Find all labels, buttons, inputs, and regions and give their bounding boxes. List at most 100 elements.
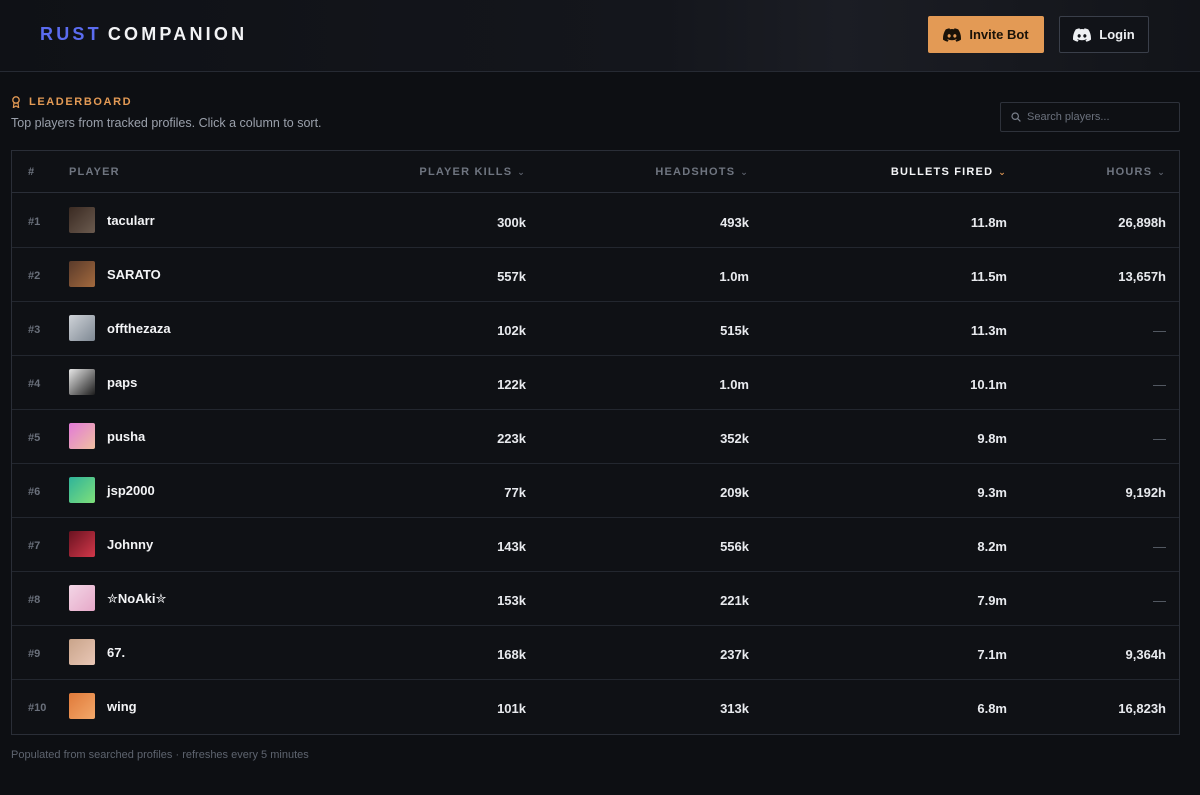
hours-cell: — (1153, 539, 1166, 554)
table-row[interactable]: #7 Johnny 143k 556k 8.2m — (12, 518, 1179, 572)
headshots-cell: 515k (720, 323, 749, 338)
player-kills-cell: 143k (497, 539, 526, 554)
column-player-label: PLAYER (69, 166, 120, 178)
rank-cell: #10 (28, 702, 47, 714)
player-kills-cell: 101k (497, 701, 526, 716)
player-name[interactable]: pusha (107, 429, 145, 444)
rank-cell: #7 (28, 540, 41, 552)
rank-cell: #8 (28, 594, 41, 606)
hours-cell: 26,898h (1118, 215, 1166, 230)
hours-cell: 16,823h (1118, 701, 1166, 716)
player-name[interactable]: ✮NoAki✮ (107, 591, 166, 607)
award-icon (12, 96, 20, 108)
avatar[interactable] (69, 315, 95, 341)
rank-cell: #6 (28, 486, 41, 498)
player-kills-cell: 122k (497, 377, 526, 392)
table-row[interactable]: #4 paps 122k 1.0m 10.1m — (12, 356, 1179, 410)
column-headshots-label: HEADSHOTS (655, 166, 736, 178)
bullets-fired-cell: 9.8m (977, 431, 1007, 446)
chevron-down-icon: ⌄ (1157, 166, 1166, 177)
avatar[interactable] (69, 693, 95, 719)
player-name[interactable]: tacularr (107, 213, 155, 228)
hours-cell: 9,192h (1125, 485, 1166, 500)
avatar[interactable] (69, 531, 95, 557)
column-rank-label: # (28, 166, 36, 178)
column-player-kills[interactable]: PLAYER KILLS ⌄ (419, 166, 526, 178)
chevron-down-icon: ⌄ (998, 166, 1007, 177)
headshots-cell: 209k (720, 485, 749, 500)
player-name[interactable]: Johnny (107, 537, 153, 552)
hours-cell: — (1153, 431, 1166, 446)
player-kills-cell: 557k (497, 269, 526, 284)
table-row[interactable]: #10 wing 101k 313k 6.8m 16,823h (12, 680, 1179, 734)
discord-icon (1073, 27, 1092, 42)
player-name[interactable]: 67. (107, 645, 125, 660)
avatar[interactable] (69, 639, 95, 665)
invite-bot-label: Invite Bot (969, 27, 1029, 42)
column-player[interactable]: PLAYER (69, 166, 120, 178)
player-name[interactable]: offthezaza (107, 321, 171, 336)
table-row[interactable]: #1 tacularr 300k 493k 11.8m 26,898h (12, 194, 1179, 248)
player-name[interactable]: wing (107, 699, 137, 714)
login-label: Login (1099, 27, 1135, 42)
bullets-fired-cell: 7.1m (977, 647, 1007, 662)
column-bullets-fired[interactable]: BULLETS FIRED ⌄ (891, 166, 1007, 178)
player-name[interactable]: paps (107, 375, 137, 390)
table-row[interactable]: #5 pusha 223k 352k 9.8m — (12, 410, 1179, 464)
avatar[interactable] (69, 477, 95, 503)
discord-icon (943, 27, 962, 42)
table-row[interactable]: #2 SARATO 557k 1.0m 11.5m 13,657h (12, 248, 1179, 302)
leaderboard-table: # PLAYER PLAYER KILLS ⌄ HEADSHOTS ⌄ BULLET… (11, 150, 1180, 735)
column-rank: # (28, 166, 35, 178)
player-name[interactable]: SARATO (107, 267, 161, 282)
player-kills-cell: 102k (497, 323, 526, 338)
avatar[interactable] (69, 261, 95, 287)
bullets-fired-cell: 6.8m (977, 701, 1007, 716)
headshots-cell: 493k (720, 215, 749, 230)
table-row[interactable]: #9 67. 168k 237k 7.1m 9,364h (12, 626, 1179, 680)
headshots-cell: 352k (720, 431, 749, 446)
top-navbar: RUST COMPANION Invite Bot Login (0, 0, 1200, 72)
bullets-fired-cell: 10.1m (970, 377, 1007, 392)
search-icon (1011, 112, 1021, 122)
table-row[interactable]: #6 jsp2000 77k 209k 9.3m 9,192h (12, 464, 1179, 518)
column-hours[interactable]: HOURS ⌄ (1107, 166, 1166, 178)
invite-bot-button[interactable]: Invite Bot (928, 16, 1044, 53)
avatar[interactable] (69, 369, 95, 395)
footer-note: Populated from searched profiles · refre… (11, 749, 309, 761)
table-header: # PLAYER PLAYER KILLS ⌄ HEADSHOTS ⌄ BULLET… (12, 151, 1179, 193)
player-name[interactable]: jsp2000 (107, 483, 155, 498)
column-headshots[interactable]: HEADSHOTS ⌄ (655, 166, 749, 178)
avatar[interactable] (69, 423, 95, 449)
hours-cell: — (1153, 593, 1166, 608)
headshots-cell: 237k (720, 647, 749, 662)
rank-cell: #3 (28, 324, 41, 336)
avatar[interactable] (69, 207, 95, 233)
rank-cell: #2 (28, 270, 41, 282)
brand-part-rust: RUST (40, 24, 102, 44)
hours-cell: 9,364h (1125, 647, 1166, 662)
rank-cell: #4 (28, 378, 41, 390)
chevron-down-icon: ⌄ (517, 166, 526, 177)
player-kills-cell: 168k (497, 647, 526, 662)
headshots-cell: 313k (720, 701, 749, 716)
bullets-fired-cell: 11.8m (970, 215, 1007, 230)
column-hours-label: HOURS (1106, 166, 1153, 178)
brand-logo[interactable]: RUST COMPANION (40, 24, 247, 45)
leaderboard-title: LEADERBOARD (29, 96, 133, 108)
column-bullets-fired-label: BULLETS FIRED (890, 166, 994, 178)
login-button[interactable]: Login (1059, 16, 1149, 53)
rank-cell: #1 (28, 216, 41, 228)
bullets-fired-cell: 11.3m (970, 323, 1007, 338)
avatar[interactable] (69, 585, 95, 611)
player-kills-cell: 153k (497, 593, 526, 608)
headshots-cell: 1.0m (719, 377, 749, 392)
player-kills-cell: 77k (504, 485, 526, 500)
search-box[interactable] (1000, 102, 1180, 132)
table-row[interactable]: #8 ✮NoAki✮ 153k 221k 7.9m — (12, 572, 1179, 626)
headshots-cell: 1.0m (719, 269, 749, 284)
search-input[interactable] (1027, 111, 1167, 123)
bullets-fired-cell: 9.3m (977, 485, 1007, 500)
table-row[interactable]: #3 offthezaza 102k 515k 11.3m — (12, 302, 1179, 356)
rank-cell: #5 (28, 432, 41, 444)
